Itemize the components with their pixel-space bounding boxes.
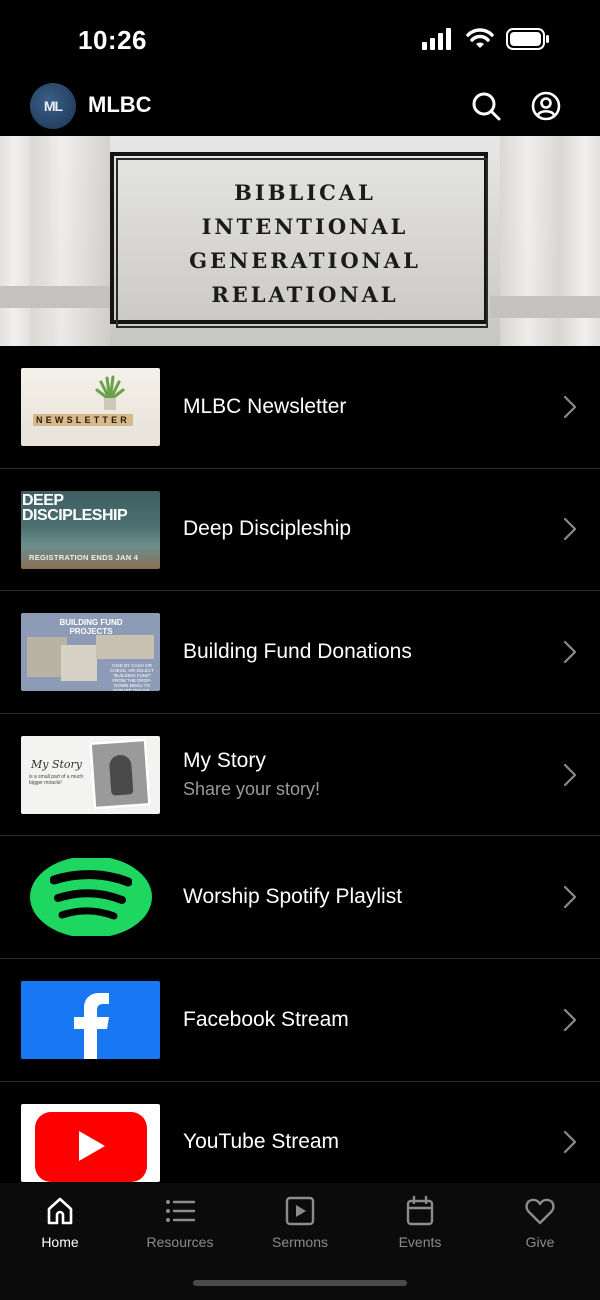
thumb-heading: My Story — [31, 757, 83, 771]
thumb-photo — [88, 737, 152, 810]
column-base — [0, 286, 110, 308]
plant-icon — [95, 375, 125, 410]
list-item-spotify[interactable]: Worship Spotify Playlist — [0, 836, 600, 959]
newsletter-thumbnail: NEWSLETTER — [21, 368, 160, 446]
chevron-right-icon — [563, 640, 577, 664]
thumb-caption: REGISTRATION ENDS JAN 4 — [29, 552, 139, 562]
item-title: YouTube Stream — [183, 1130, 340, 1154]
thumb-heading: BUILDING FUND PROJECTS — [59, 618, 123, 637]
item-title: MLBC Newsletter — [183, 394, 347, 418]
wifi-icon — [466, 28, 494, 48]
home-indicator[interactable] — [193, 1280, 407, 1286]
search-icon — [472, 92, 501, 121]
item-title: Deep Discipleship — [183, 517, 352, 541]
hero-banner: BIBLICAL INTENTIONAL GENERATIONAL RELATI… — [0, 136, 600, 346]
banner-line: INTENTIONAL — [201, 214, 409, 239]
list-item-newsletter[interactable]: NEWSLETTER MLBC Newsletter — [0, 346, 600, 469]
church-logo[interactable]: ML — [30, 83, 76, 129]
facebook-icon — [73, 992, 109, 1059]
banner-line: GENERATIONAL — [189, 248, 421, 273]
play-square-icon — [285, 1196, 315, 1226]
item-title: Building Fund Donations — [183, 639, 412, 663]
tab-sermons[interactable]: Sermons — [240, 1183, 360, 1263]
tab-label: Resources — [146, 1234, 214, 1250]
item-text: Building Fund Donations — [183, 591, 412, 713]
newsletter-tiles: NEWSLETTER — [33, 414, 133, 426]
item-text: Deep Discipleship — [183, 469, 351, 591]
list-item-deep-discipleship[interactable]: DEEP DISCIPLESHIP REGISTRATION ENDS JAN … — [0, 469, 600, 592]
chevron-right-icon — [563, 886, 577, 909]
column-decoration — [30, 136, 110, 346]
home-icon — [47, 1197, 73, 1225]
item-title: Worship Spotify Playlist — [183, 885, 403, 909]
status-bar: 10:26 — [0, 0, 600, 80]
list-item-facebook[interactable]: Facebook Stream — [0, 959, 600, 1082]
item-title: My Story — [183, 749, 266, 773]
spotify-icon — [50, 870, 132, 920]
user-circle-icon — [531, 91, 561, 121]
item-text: Worship Spotify Playlist — [183, 836, 402, 958]
chevron-right-icon — [563, 518, 577, 541]
item-text: Facebook Stream — [183, 959, 349, 1081]
thumb-caption: GIVE BY CASH OR CHECK, OR SELECT "BUILDI… — [110, 663, 154, 692]
tab-label: Give — [525, 1234, 555, 1250]
thumb-photo — [61, 645, 97, 682]
tab-give[interactable]: Give — [480, 1183, 600, 1263]
battery-icon — [506, 28, 549, 50]
list-item-building-fund[interactable]: BUILDING FUND PROJECTS GIVE BY CASH OR C… — [0, 591, 600, 714]
tab-home[interactable]: Home — [0, 1183, 120, 1263]
item-text: MLBC Newsletter — [183, 346, 346, 468]
status-icons — [422, 28, 550, 50]
banner-line: BIBLICAL — [234, 180, 376, 205]
list-icon — [166, 1200, 196, 1222]
search-button[interactable] — [466, 86, 506, 126]
status-time: 10:26 — [78, 25, 147, 55]
thumb-heading: DEEP DISCIPLESHIP — [22, 491, 128, 524]
app-title: MLBC — [88, 92, 152, 117]
chevron-right-icon — [563, 763, 577, 786]
chevron-right-icon — [563, 1008, 577, 1031]
column-base — [490, 296, 600, 318]
item-text: My Story Share your story! — [183, 714, 320, 836]
banner-line: RELATIONAL — [211, 282, 399, 307]
list-item-my-story[interactable]: My Story is a small part of a much bigge… — [0, 714, 600, 837]
spotify-thumbnail — [21, 858, 160, 937]
heart-icon — [525, 1198, 555, 1225]
building-fund-thumbnail: BUILDING FUND PROJECTS GIVE BY CASH OR C… — [21, 613, 160, 692]
deep-discipleship-thumbnail: DEEP DISCIPLESHIP REGISTRATION ENDS JAN … — [21, 490, 160, 569]
app-header: ML MLBC — [0, 80, 600, 136]
cellular-signal-icon — [422, 28, 451, 50]
my-story-thumbnail: My Story is a small part of a much bigge… — [21, 735, 160, 814]
youtube-thumbnail — [21, 1103, 160, 1182]
tab-label: Home — [41, 1234, 79, 1250]
chevron-right-icon — [563, 1131, 577, 1154]
thumb-caption: is a small part of a much bigger miracle… — [29, 773, 84, 786]
tab-label: Events — [398, 1234, 442, 1250]
facebook-thumbnail — [21, 980, 160, 1059]
tab-resources[interactable]: Resources — [120, 1183, 240, 1263]
item-subtitle: Share your story! — [183, 779, 321, 800]
content-list: NEWSLETTER MLBC Newsletter DEEP DISCIPLE… — [0, 346, 600, 1205]
tab-label: Sermons — [271, 1234, 329, 1250]
banner-text: BIBLICAL INTENTIONAL GENERATIONAL RELATI… — [110, 176, 500, 312]
chevron-right-icon — [563, 395, 577, 418]
play-icon — [79, 1130, 105, 1161]
tab-events[interactable]: Events — [360, 1183, 480, 1263]
thumb-photo — [96, 635, 154, 660]
calendar-icon — [406, 1195, 434, 1226]
profile-button[interactable] — [526, 86, 566, 126]
item-title: Facebook Stream — [183, 1007, 349, 1031]
